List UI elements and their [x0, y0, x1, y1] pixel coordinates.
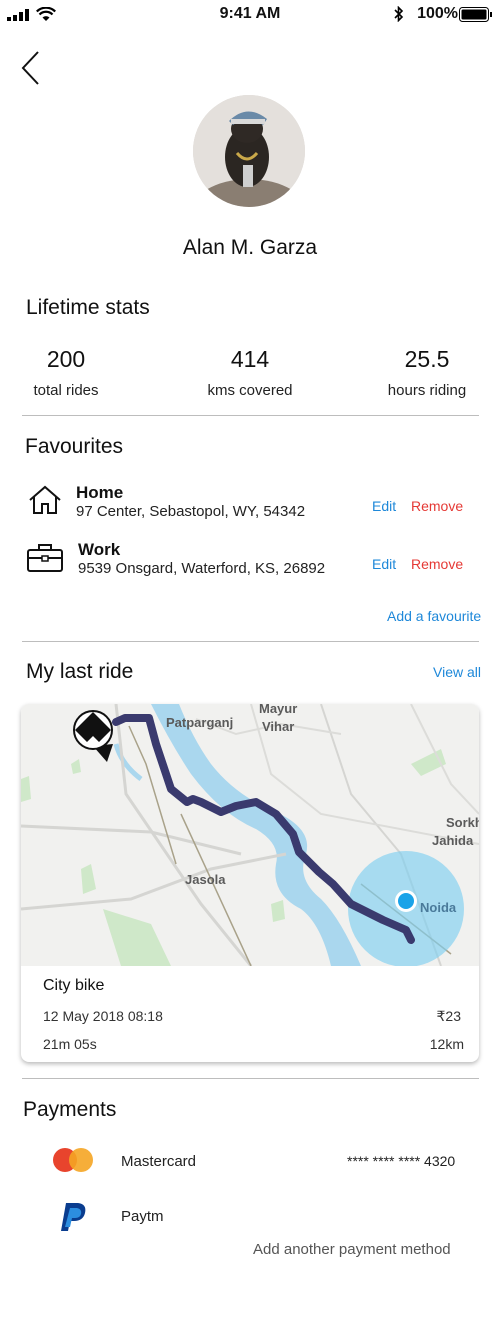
dog-photo — [193, 95, 305, 207]
ride-map[interactable]: Mayur Vihar Patparganj Sorkh Jahida Jaso… — [21, 704, 479, 966]
stat-total-rides-label: total rides — [33, 382, 99, 399]
last-ride-card[interactable]: Mayur Vihar Patparganj Sorkh Jahida Jaso… — [21, 704, 479, 1062]
map-label-jahida: Jahida — [432, 833, 474, 848]
ride-bike-type: City bike — [43, 977, 105, 994]
divider — [22, 415, 479, 416]
stat-hours-value: 25.5 — [404, 346, 450, 372]
back-chevron-icon[interactable] — [18, 48, 48, 88]
divider — [22, 641, 479, 642]
stat-kms-value: 414 — [230, 346, 270, 372]
map-label-noida: Noida — [420, 900, 457, 915]
payment-mastercard-name[interactable]: Mastercard — [121, 1153, 196, 1170]
view-all-button[interactable]: View all — [433, 664, 481, 680]
stat-hours-label: hours riding — [387, 382, 467, 399]
battery-percent: 100% — [417, 5, 458, 22]
home-icon — [29, 485, 61, 514]
ride-price: ₹23 — [436, 1008, 461, 1024]
payment-paytm-name[interactable]: Paytm — [121, 1208, 164, 1225]
profile-name: Alan M. Garza — [182, 236, 318, 259]
favourite-home-address: 97 Center, Sebastopol, WY, 54342 — [76, 503, 306, 520]
add-payment-method-button[interactable]: Add another payment method — [253, 1241, 451, 1258]
bluetooth-icon — [394, 6, 404, 22]
payment-mastercard-number: **** **** **** 4320 — [347, 1153, 456, 1169]
payments-title: Payments — [23, 1098, 117, 1121]
edit-work-button[interactable]: Edit — [372, 556, 396, 572]
divider — [22, 1078, 479, 1079]
ride-date: 12 May 2018 08:18 — [43, 1008, 163, 1024]
add-favourite-button[interactable]: Add a favourite — [387, 608, 481, 624]
favourite-work-name: Work — [78, 540, 121, 559]
stat-kms-label: kms covered — [207, 382, 293, 399]
stat-total-rides-value: 200 — [46, 346, 86, 372]
paypal-icon — [61, 1203, 86, 1231]
ride-distance: 12km — [429, 1036, 464, 1052]
favourites-title: Favourites — [25, 435, 124, 458]
lifetime-stats-title: Lifetime stats — [26, 296, 150, 319]
ride-duration: 21m 05s — [43, 1036, 97, 1052]
remove-home-button[interactable]: Remove — [411, 498, 463, 514]
favourite-home-name: Home — [76, 483, 124, 502]
battery-icon — [459, 7, 492, 22]
edit-home-button[interactable]: Edit — [372, 498, 396, 514]
avatar[interactable] — [193, 95, 305, 207]
remove-work-button[interactable]: Remove — [411, 556, 463, 572]
map-label-jasola: Jasola — [185, 872, 226, 887]
favourite-work-address: 9539 Onsgard, Waterford, KS, 26892 — [78, 560, 326, 577]
map-label-mayur: Mayur — [259, 704, 297, 716]
mastercard-icon — [53, 1148, 93, 1172]
map-label-patparganj: Patparganj — [166, 715, 233, 730]
map-label-vihar: Vihar — [262, 719, 294, 734]
status-bar: 9:41 AM 100% — [0, 0, 500, 30]
map-label-sorkh: Sorkh — [446, 815, 479, 830]
briefcase-icon — [27, 544, 63, 572]
last-ride-title: My last ride — [26, 660, 134, 683]
